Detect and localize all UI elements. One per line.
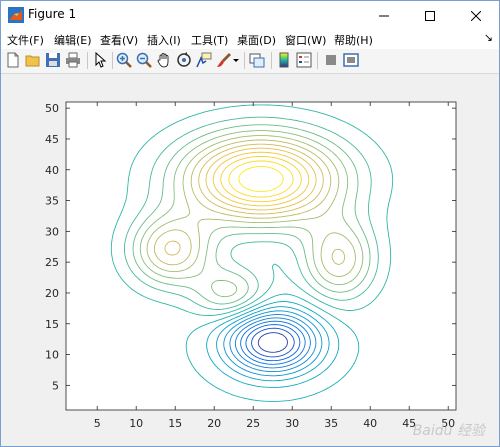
new-figure-icon[interactable] <box>5 52 21 68</box>
x-tick-label: 5 <box>94 417 101 430</box>
figure-window: Figure 1 文件(F) 编辑(E) 查看(V) 插入(I) 工具(T) 桌… <box>0 0 500 447</box>
legend-icon[interactable] <box>296 52 312 68</box>
menu-insert[interactable]: 插入(I) <box>147 32 181 48</box>
hide-plot-tools-icon[interactable] <box>323 52 339 68</box>
save-icon[interactable] <box>45 52 61 68</box>
y-tick-label: 45 <box>45 133 59 146</box>
y-tick-label: 40 <box>45 164 59 177</box>
menu-window[interactable]: 窗口(W) <box>285 32 326 48</box>
x-tick-label: 10 <box>129 417 143 430</box>
rotate-3d-icon[interactable] <box>176 52 192 68</box>
print-icon[interactable] <box>65 52 81 68</box>
y-tick-label: 30 <box>45 225 59 238</box>
toolbar-separator <box>112 52 113 69</box>
menu-edit[interactable]: 编辑(E) <box>54 32 92 48</box>
colorbar-icon[interactable] <box>276 52 292 68</box>
minimize-button[interactable] <box>361 1 407 30</box>
menu-file[interactable]: 文件(F) <box>7 32 44 48</box>
open-file-icon[interactable] <box>25 52 41 68</box>
y-tick-label: 25 <box>45 256 59 269</box>
toolbar-separator <box>87 52 88 69</box>
link-plot-icon[interactable] <box>249 52 265 68</box>
menu-help[interactable]: 帮助(H) <box>334 32 373 48</box>
y-tick-label: 5 <box>52 379 59 392</box>
x-tick-label: 30 <box>285 417 299 430</box>
data-cursor-icon[interactable] <box>196 52 212 68</box>
x-tick-label: 25 <box>246 417 260 430</box>
brush-dropdown-icon[interactable] <box>232 52 240 68</box>
y-tick-label: 20 <box>45 287 59 300</box>
toolbar-separator <box>271 52 272 69</box>
close-button[interactable] <box>453 1 499 30</box>
contour-plot[interactable]: 5 10 15 20 25 30 35 40 45 505101520253035404550 <box>1 74 499 446</box>
maximize-icon <box>425 10 435 21</box>
y-tick-label: 35 <box>45 195 59 208</box>
x-tick-label: 40 <box>363 417 377 430</box>
minimize-icon <box>379 15 389 16</box>
pan-hand-icon[interactable] <box>156 52 172 68</box>
zoom-out-icon[interactable] <box>136 52 152 68</box>
toolbar-separator <box>244 52 245 69</box>
y-tick-label: 50 <box>45 102 59 115</box>
show-plot-tools-icon[interactable] <box>343 52 359 68</box>
toolbar-separator <box>317 52 318 69</box>
select-arrow-icon[interactable] <box>92 52 108 68</box>
window-title: Figure 1 <box>28 7 77 21</box>
y-tick-label: 10 <box>45 349 59 362</box>
matlab-icon <box>8 7 24 23</box>
watermark-text: Baidu 经验 <box>412 423 485 439</box>
menu-view[interactable]: 查看(V) <box>100 32 138 48</box>
y-tick-label: 15 <box>45 318 59 331</box>
zoom-in-icon[interactable] <box>116 52 132 68</box>
close-icon <box>471 10 481 21</box>
figure-toolbar <box>1 49 499 74</box>
x-tick-label: 35 <box>324 417 338 430</box>
x-tick-label: 15 <box>168 417 182 430</box>
title-bar[interactable]: Figure 1 <box>1 1 499 30</box>
figure-canvas[interactable]: 5 10 15 20 25 30 35 40 45 50 5 10 15 20 25 30 35 40 45 50 B… <box>1 74 499 446</box>
menu-tools[interactable]: 工具(T) <box>191 32 228 48</box>
brush-icon[interactable] <box>216 52 232 68</box>
x-tick-label: 20 <box>207 417 221 430</box>
dock-arrow-icon[interactable]: ↘ <box>484 31 493 44</box>
menu-bar: 文件(F) 编辑(E) 查看(V) 插入(I) 工具(T) 桌面(D) 窗口(W… <box>1 30 499 49</box>
menu-desktop[interactable]: 桌面(D) <box>237 32 276 48</box>
maximize-button[interactable] <box>407 1 453 30</box>
